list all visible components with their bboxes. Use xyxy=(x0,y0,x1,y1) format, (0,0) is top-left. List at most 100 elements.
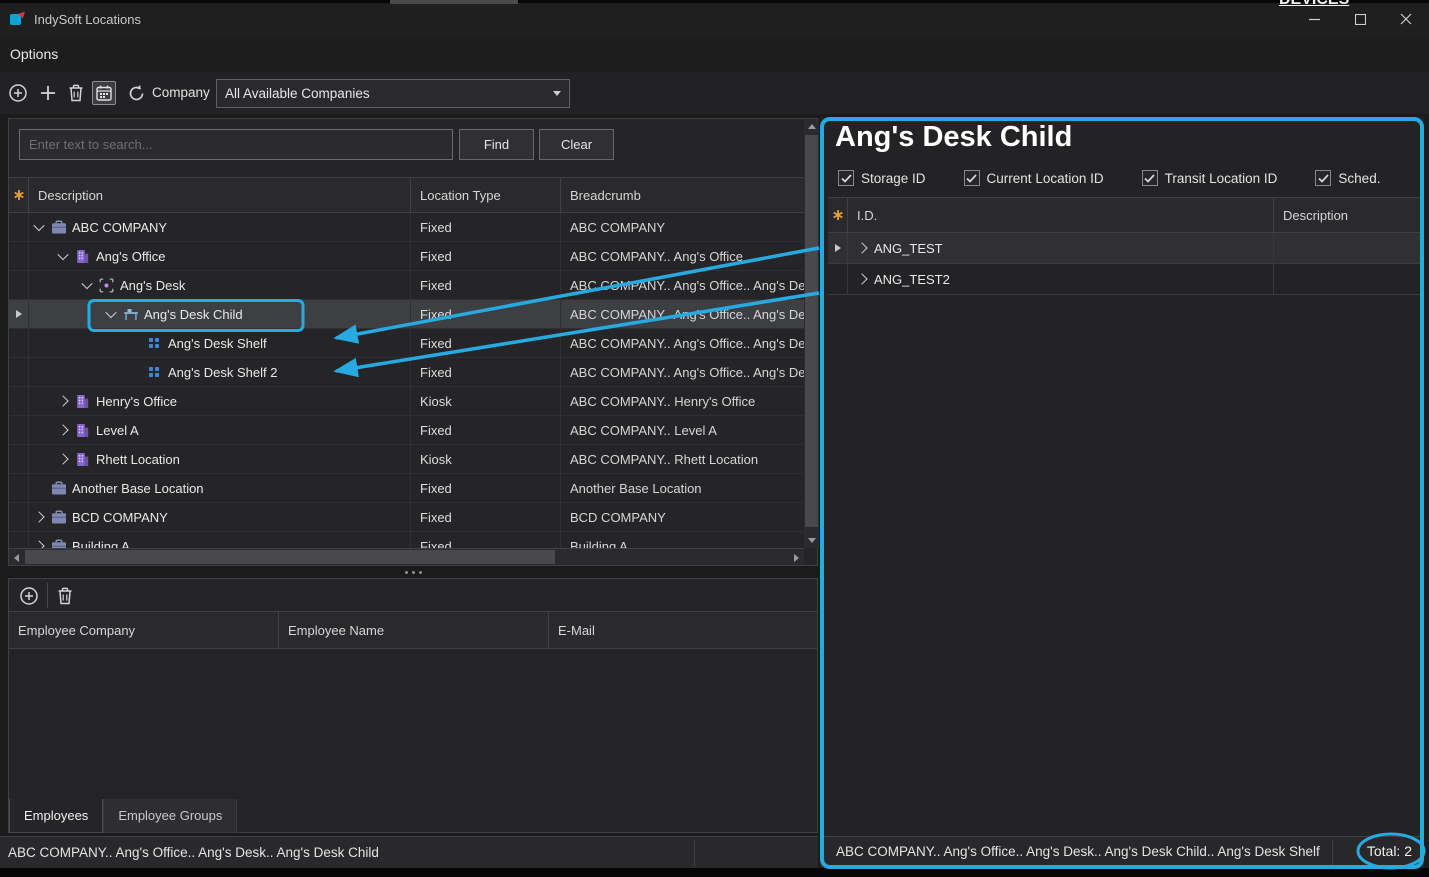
chevron-right-icon[interactable] xyxy=(31,513,47,521)
company-dropdown[interactable]: All Available Companies xyxy=(216,79,570,108)
chevron-right-icon[interactable] xyxy=(854,244,870,252)
scroll-down-button[interactable] xyxy=(804,533,819,548)
tab-employees[interactable]: Employees xyxy=(9,799,103,833)
tree-row-rhett-location[interactable]: Rhett Location Kiosk ABC COMPANY.. Rhett… xyxy=(9,445,804,474)
desk-child-icon xyxy=(122,307,139,321)
column-header-description[interactable]: Description xyxy=(29,178,411,212)
column-header-employee-name[interactable]: Employee Name xyxy=(279,612,549,648)
checkbox-transit-location-id[interactable]: Transit Location ID xyxy=(1142,170,1278,186)
chevron-right-icon[interactable] xyxy=(55,397,71,405)
id-grid-header: I.D. Description xyxy=(828,197,1424,233)
delete-employee-icon[interactable] xyxy=(53,584,77,608)
office-icon xyxy=(74,249,91,264)
page-title: Ang's Desk Child xyxy=(835,121,1072,154)
add-location-icon[interactable] xyxy=(6,81,30,105)
id-row-ang-test2[interactable]: ANG_TEST2 xyxy=(828,264,1424,295)
tree-grid-header: Description Location Type Breadcrumb xyxy=(9,177,804,213)
checkbox-checked-icon xyxy=(964,170,980,186)
schedule-calendar-icon[interactable] xyxy=(92,81,116,105)
id-filter-checkboxes: Storage ID Current Location ID Transit L… xyxy=(838,170,1380,186)
checkbox-checked-icon xyxy=(838,170,854,186)
current-row-arrow-icon xyxy=(835,244,841,252)
search-input[interactable] xyxy=(19,129,453,160)
vertical-scroll-thumb[interactable] xyxy=(805,135,818,527)
clear-button[interactable]: Clear xyxy=(539,129,614,160)
column-header-employee-company[interactable]: Employee Company xyxy=(9,612,279,648)
chevron-right-icon[interactable] xyxy=(55,455,71,463)
tree-row-building-a[interactable]: Building A Fixed Building A xyxy=(9,532,804,548)
checkbox-storage-id[interactable]: Storage ID xyxy=(838,170,926,186)
column-header-id[interactable]: I.D. xyxy=(848,198,1274,232)
tree-row-angs-desk-shelf[interactable]: Ang's Desk Shelf Fixed ABC COMPANY.. Ang… xyxy=(9,329,804,358)
column-header-breadcrumb[interactable]: Breadcrumb xyxy=(561,178,804,212)
company-label: Company xyxy=(152,85,210,100)
status-bar-left: ABC COMPANY.. Ang's Office.. Ang's Desk.… xyxy=(0,836,818,868)
horizontal-scroll-thumb[interactable] xyxy=(25,550,555,564)
company-icon xyxy=(50,539,67,549)
tree-row-angs-office[interactable]: Ang's Office Fixed ABC COMPANY.. Ang's O… xyxy=(9,242,804,271)
scroll-right-button[interactable] xyxy=(789,550,804,565)
detail-breadcrumb: ABC COMPANY.. Ang's Office.. Ang's Desk.… xyxy=(836,844,1320,859)
find-button[interactable]: Find xyxy=(459,129,534,160)
maximize-button[interactable] xyxy=(1337,0,1383,38)
main-toolbar: Company All Available Companies xyxy=(0,72,1429,114)
title-bar: IndySoft Locations DEVICES xyxy=(0,0,1429,38)
tree-row-another-base-location[interactable]: Another Base Location Fixed Another Base… xyxy=(9,474,804,503)
menu-bar: Options xyxy=(0,38,1429,72)
office-icon xyxy=(74,394,91,409)
current-row-arrow-icon xyxy=(16,310,22,318)
bottom-edge xyxy=(0,868,1429,877)
tree-grid-body: ABC COMPANY Fixed ABC COMPANY Ang's Offi… xyxy=(9,213,804,548)
app-logo-icon xyxy=(9,10,27,28)
selected-location-breadcrumb: ABC COMPANY.. Ang's Office.. Ang's Desk.… xyxy=(8,845,379,860)
indicator-column-header xyxy=(9,178,29,212)
chevron-down-icon[interactable] xyxy=(79,281,95,289)
locations-panel: Find Clear Description Location Type Bre… xyxy=(8,118,818,566)
checkbox-current-location-id[interactable]: Current Location ID xyxy=(964,170,1104,186)
minimize-button[interactable] xyxy=(1291,0,1337,38)
checkbox-sched[interactable]: Sched. xyxy=(1315,170,1380,186)
checkbox-checked-icon xyxy=(1142,170,1158,186)
add-child-location-icon[interactable] xyxy=(36,81,60,105)
tree-row-angs-desk[interactable]: Ang's Desk Fixed ABC COMPANY.. Ang's Off… xyxy=(9,271,804,300)
horizontal-scrollbar[interactable] xyxy=(9,548,804,565)
employees-tabs: Employees Employee Groups xyxy=(9,799,817,834)
total-count: Total: 2 xyxy=(1367,843,1412,859)
top-edge xyxy=(0,0,1429,3)
scroll-up-button[interactable] xyxy=(804,119,819,134)
indicator-column-header xyxy=(828,198,848,232)
tree-row-abc-company[interactable]: ABC COMPANY Fixed ABC COMPANY xyxy=(9,213,804,242)
detail-status-bar: ABC COMPANY.. Ang's Office.. Ang's Desk.… xyxy=(820,836,1424,867)
refresh-icon[interactable] xyxy=(124,81,148,105)
tree-row-level-a[interactable]: Level A Fixed ABC COMPANY.. Level A xyxy=(9,416,804,445)
company-dropdown-value: All Available Companies xyxy=(225,86,553,101)
location-detail-panel: Ang's Desk Child Storage ID Current Loca… xyxy=(820,117,1424,869)
tree-row-angs-desk-child[interactable]: Ang's Desk Child Fixed ABC COMPANY.. Ang… xyxy=(9,300,804,329)
add-employee-icon[interactable] xyxy=(17,584,41,608)
splitter-handle[interactable] xyxy=(8,566,818,578)
column-header-description[interactable]: Description xyxy=(1274,198,1424,232)
chevron-right-icon[interactable] xyxy=(854,275,870,283)
chevron-down-icon[interactable] xyxy=(55,252,71,260)
status-separator xyxy=(1332,840,1333,865)
office-icon xyxy=(74,423,91,438)
chevron-down-icon[interactable] xyxy=(31,223,47,231)
id-row-ang-test[interactable]: ANG_TEST xyxy=(828,233,1424,264)
id-grid-body: ANG_TEST ANG_TEST2 xyxy=(828,233,1424,295)
chevron-right-icon[interactable] xyxy=(55,426,71,434)
close-button[interactable] xyxy=(1383,0,1429,38)
company-icon xyxy=(50,481,67,496)
vertical-scrollbar[interactable] xyxy=(804,119,819,548)
delete-icon[interactable] xyxy=(64,81,88,105)
chevron-down-icon[interactable] xyxy=(103,310,119,318)
column-header-email[interactable]: E-Mail xyxy=(549,612,817,648)
scroll-left-button[interactable] xyxy=(9,550,24,565)
tab-employee-groups[interactable]: Employee Groups xyxy=(103,799,237,833)
tree-row-henrys-office[interactable]: Henry's Office Kiosk ABC COMPANY.. Henry… xyxy=(9,387,804,416)
column-header-location-type[interactable]: Location Type xyxy=(411,178,561,212)
tree-row-angs-desk-shelf-2[interactable]: Ang's Desk Shelf 2 Fixed ABC COMPANY.. A… xyxy=(9,358,804,387)
menu-options[interactable]: Options xyxy=(10,46,58,62)
tree-row-bcd-company[interactable]: BCD COMPANY Fixed BCD COMPANY xyxy=(9,503,804,532)
toolbar-separator xyxy=(47,583,48,608)
office-icon xyxy=(74,452,91,467)
